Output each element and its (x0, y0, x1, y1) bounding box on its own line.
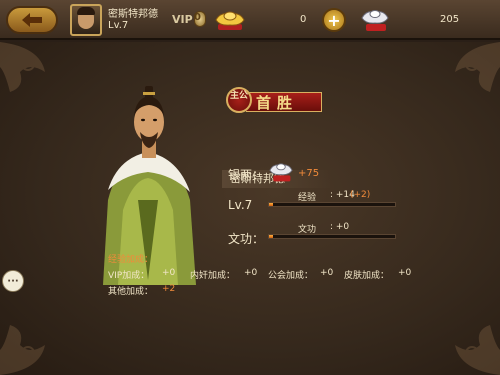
silver-gain-value: +75 (298, 168, 320, 179)
gold-count: 0 (300, 14, 307, 25)
exp-progress-fill (269, 203, 273, 206)
victory-title-banner: 主公 首胜 (222, 87, 322, 117)
bonus-skin-value: +0 (398, 268, 412, 278)
silver-count: 205 (440, 14, 460, 25)
silver-ingot-icon (361, 10, 389, 31)
vip-badge[interactable]: VIP 0 (172, 9, 206, 29)
bonus-guild-value: +0 (320, 268, 334, 278)
merit-big-label: 文功： (228, 232, 265, 246)
exp-bonus-value: (+2) (350, 190, 371, 200)
bonus-spy-value: +0 (244, 268, 258, 278)
plus-icon: + (327, 10, 341, 30)
add-gold-button[interactable]: + (322, 8, 346, 32)
lord-seal-icon: 主公 (226, 87, 252, 113)
player-name: 密斯特邦德 (108, 9, 158, 20)
top-bar: 密斯特邦德 Lv.7 VIP 0 0 + 205 (0, 0, 500, 40)
corner-ornament-icon (455, 42, 500, 92)
exp-progress-bar (268, 202, 396, 207)
bonus-other-value: +2 (162, 284, 176, 294)
vip-level: 0 (194, 12, 201, 23)
chat-button[interactable]: ··· (2, 270, 24, 292)
merit-progress-fill (269, 235, 273, 238)
bonus-skin-label: 皮肤加成： (344, 271, 390, 281)
corner-ornament-icon (0, 325, 45, 375)
gold-ingot-icon (215, 11, 245, 30)
merit-progress-bar (268, 234, 396, 239)
bonus-other-label: 其他加成： (108, 287, 154, 297)
silver-reward-label: 银两： (228, 168, 265, 182)
bonus-guild-label: 公会加成： (268, 271, 314, 281)
vip-label: VIP (172, 12, 193, 26)
bonus-spy-label: 内奸加成： (190, 271, 236, 281)
corner-ornament-icon (455, 325, 500, 375)
chat-bubble-icon: ··· (7, 275, 19, 287)
corner-ornament-icon (0, 42, 45, 92)
victory-title: 首胜 (256, 94, 299, 112)
back-arrow-icon (22, 13, 42, 27)
silver-reward-icon (269, 163, 293, 182)
bonus-vip-label: VIP加成： (108, 271, 150, 281)
bonus-vip-value: +0 (162, 268, 176, 278)
back-button[interactable] (6, 6, 58, 34)
level-label: Lv.7 (228, 198, 253, 212)
merit-gain-value: : +0 (330, 222, 350, 232)
player-avatar[interactable] (70, 4, 102, 36)
battle-result-panel: 主公 首胜 密斯特邦德 银两： +75 经验 : +14 (+2) Lv.7 文… (0, 42, 500, 375)
bonus-title: 经验加成： (108, 255, 154, 265)
player-level: Lv.7 (108, 20, 129, 31)
